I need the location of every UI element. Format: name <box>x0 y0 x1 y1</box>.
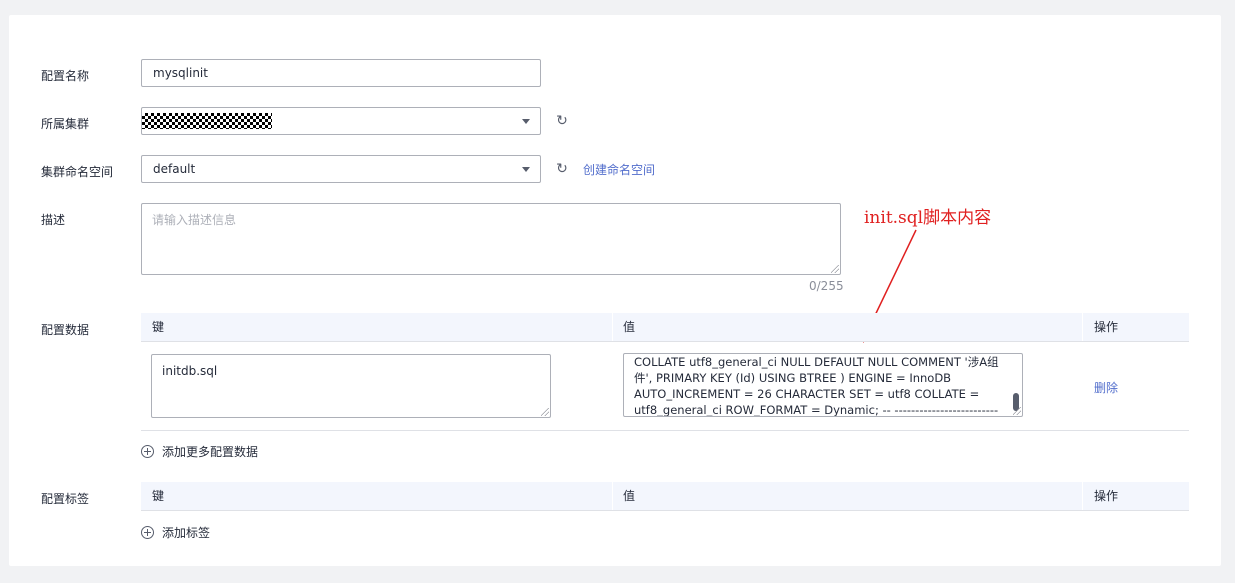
refresh-icon[interactable]: ↻ <box>554 161 570 177</box>
cluster-label: 所属集群 <box>41 117 90 131</box>
column-divider <box>612 313 613 341</box>
add-tag-button[interactable]: 添加标签 <box>141 524 210 541</box>
description-label: 描述 <box>41 213 66 227</box>
config-tags-table-header: 键 值 操作 <box>141 482 1189 510</box>
resize-handle-icon[interactable] <box>1013 407 1021 415</box>
config-data-label: 配置数据 <box>41 323 90 337</box>
chevron-down-icon <box>522 167 530 172</box>
config-name-value: mysqlinit <box>153 66 208 80</box>
config-tags-label: 配置标签 <box>41 492 90 506</box>
description-placeholder: 请输入描述信息 <box>152 213 237 227</box>
add-circle-icon <box>141 526 154 539</box>
column-value: 值 <box>623 489 636 503</box>
column-divider <box>1082 482 1083 510</box>
add-config-data-button[interactable]: 添加更多配置数据 <box>141 443 258 460</box>
config-value-textarea[interactable]: COLLATE utf8_general_ci NULL DEFAULT NUL… <box>623 353 1023 417</box>
delete-row-link[interactable]: 删除 <box>1094 379 1118 396</box>
add-circle-icon <box>141 445 154 458</box>
column-action: 操作 <box>1094 320 1119 334</box>
config-value-text: COLLATE utf8_general_ci NULL DEFAULT NUL… <box>634 355 999 417</box>
description-textarea[interactable]: 请输入描述信息 <box>141 203 841 275</box>
add-config-data-label: 添加更多配置数据 <box>162 445 259 459</box>
namespace-select[interactable]: default <box>141 155 541 183</box>
refresh-icon[interactable]: ↻ <box>554 113 570 129</box>
create-namespace-link[interactable]: 创建命名空间 <box>583 161 655 178</box>
config-name-label: 配置名称 <box>41 69 90 83</box>
row-divider <box>141 430 1189 431</box>
redacted-cluster-name <box>142 113 272 129</box>
config-key-textarea[interactable]: initdb.sql <box>151 354 551 418</box>
column-key: 键 <box>152 320 165 334</box>
column-action: 操作 <box>1094 489 1119 503</box>
config-name-input[interactable]: mysqlinit <box>141 59 541 87</box>
row-divider <box>141 341 1189 342</box>
column-divider <box>612 482 613 510</box>
add-tag-label: 添加标签 <box>162 526 211 540</box>
column-key: 键 <box>152 489 165 503</box>
description-counter: 0/255 <box>809 279 844 293</box>
column-divider <box>1082 313 1083 341</box>
config-key-value: initdb.sql <box>162 364 218 378</box>
chevron-down-icon <box>522 119 530 124</box>
config-data-table-header: 键 值 操作 <box>141 313 1189 341</box>
resize-handle-icon[interactable] <box>541 408 549 416</box>
cluster-select[interactable] <box>141 107 541 135</box>
namespace-value: default <box>153 162 196 176</box>
namespace-label: 集群命名空间 <box>41 165 114 179</box>
row-divider <box>141 510 1189 511</box>
resize-handle-icon[interactable] <box>831 265 839 273</box>
column-value: 值 <box>623 320 636 334</box>
